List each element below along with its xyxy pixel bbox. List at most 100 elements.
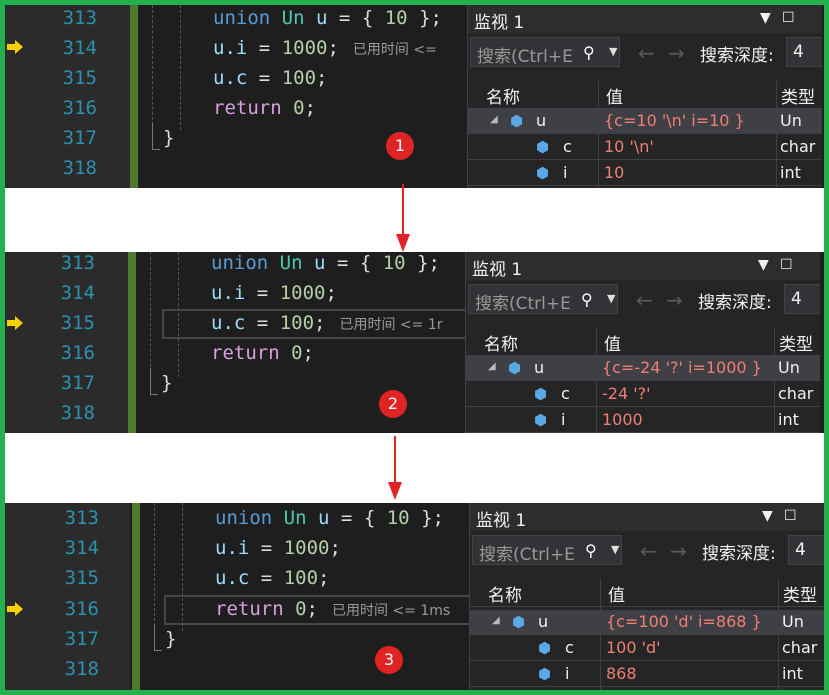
step-badge-3: 3	[375, 646, 403, 674]
watch-row[interactable]: ⬢ i 868 int	[470, 662, 824, 687]
line-number: 317	[60, 372, 95, 394]
watch-title-bar: 监视 1 ▼ ☐	[466, 252, 820, 280]
collapse-icon[interactable]: ◢	[492, 615, 500, 626]
watch-row[interactable]: ⬢ c -24 '?' char	[466, 382, 820, 407]
search-depth-input[interactable]: 4	[784, 284, 820, 314]
column-divider[interactable]	[600, 579, 601, 690]
line-number: 315	[60, 312, 95, 334]
code-line-316: return 0;	[211, 342, 314, 364]
watch-row[interactable]: ⬢ c 10 '\n' char	[468, 135, 822, 160]
debug-panel-1: 313 314 315 316 317 318 union Un u = { 1…	[5, 5, 824, 188]
code-line-313: union Un u = { 10 };	[211, 252, 440, 274]
maximize-icon[interactable]: ☐	[784, 508, 797, 524]
code-line-313: union Un u = { 10 };	[213, 7, 442, 29]
current-statement-arrow-icon	[7, 316, 23, 330]
column-header-name[interactable]: 名称	[486, 83, 520, 108]
column-header-name[interactable]: 名称	[488, 581, 522, 606]
watch-row[interactable]: ◢ ⬢ u {c=10 '\n' i=10 } Un	[468, 109, 822, 134]
column-divider[interactable]	[598, 81, 599, 188]
indent-guide	[150, 252, 151, 377]
cube-icon: ⬢	[536, 164, 550, 182]
column-divider[interactable]	[774, 328, 775, 433]
watch-search-input[interactable]: 搜索(Ctrl+E ⚲ ▼	[470, 37, 620, 67]
indent-guide	[180, 5, 181, 130]
line-number: 318	[60, 402, 95, 424]
collapse-icon[interactable]: ◢	[490, 114, 498, 125]
indent-guide	[182, 503, 183, 631]
cube-icon: ⬢	[510, 112, 524, 130]
maximize-icon[interactable]: ☐	[782, 10, 795, 26]
search-depth-label: 搜索深度:	[700, 46, 774, 66]
column-header-type[interactable]: 类型	[783, 581, 817, 606]
back-arrow-icon[interactable]: ←	[636, 288, 653, 312]
column-header-name[interactable]: 名称	[484, 330, 518, 355]
search-dropdown-icon[interactable]: ▼	[607, 292, 615, 305]
line-number: 313	[62, 7, 97, 29]
search-icon[interactable]: ⚲	[581, 290, 593, 309]
column-header-value[interactable]: 值	[606, 83, 623, 108]
search-dropdown-icon[interactable]: ▼	[609, 45, 617, 58]
watch-toolbar: 搜索(Ctrl+E ⚲ ▼ ← → 搜索深度: 4	[466, 282, 820, 318]
change-indicator-bar	[128, 252, 136, 433]
watch-search-input[interactable]: 搜索(Ctrl+E ⚲ ▼	[468, 284, 618, 314]
cube-icon: ⬢	[538, 639, 552, 657]
code-line-317: }	[163, 127, 175, 149]
search-depth-label: 搜索深度:	[698, 293, 772, 313]
line-number: 316	[62, 97, 97, 119]
elapsed-time-hint: 已用时间 <=	[352, 42, 442, 58]
back-arrow-icon[interactable]: ←	[638, 41, 655, 65]
line-number: 314	[62, 37, 97, 59]
collapse-icon[interactable]: ◢	[488, 361, 496, 372]
search-depth-input[interactable]: 4	[786, 37, 822, 67]
column-header-type[interactable]: 类型	[781, 83, 815, 108]
column-divider[interactable]	[596, 328, 597, 433]
dropdown-icon[interactable]: ▼	[762, 508, 773, 524]
forward-arrow-icon[interactable]: →	[666, 288, 683, 312]
watch-window: 监视 1 ▼ ☐ 搜索(Ctrl+E ⚲ ▼ ← → 搜索深度: 4 名称 值 …	[465, 252, 820, 433]
current-statement-arrow-icon	[7, 602, 23, 616]
back-arrow-icon[interactable]: ←	[640, 539, 657, 563]
line-number: 315	[62, 67, 97, 89]
watch-row[interactable]: ⬢ i 1000 int	[466, 408, 820, 433]
debug-panel-2: 313 314 315 316 317 318 union Un u = { 1…	[5, 252, 824, 433]
code-line-313: union Un u = { 10 };	[215, 507, 444, 529]
watch-title: 监视 1	[474, 13, 525, 33]
watch-title: 监视 1	[472, 260, 523, 280]
dropdown-icon[interactable]: ▼	[760, 10, 771, 26]
step-badge-1: 1	[386, 132, 414, 160]
brace-guide	[152, 123, 160, 150]
watch-row[interactable]: ◢ ⬢ u {c=100 'd' i=868 } Un	[470, 610, 824, 635]
watch-header: 名称 值 类型	[466, 328, 820, 356]
column-header-value[interactable]: 值	[608, 581, 625, 606]
code-line-314: u.i = 1000; 已用时间 <=	[213, 37, 442, 59]
search-depth-label: 搜索深度:	[702, 544, 776, 564]
watch-title: 监视 1	[476, 511, 527, 531]
indent-guide	[178, 252, 179, 377]
watch-search-input[interactable]: 搜索(Ctrl+E ⚲ ▼	[472, 535, 622, 565]
code-line-316: return 0; 已用时间 <= 1ms	[215, 598, 451, 620]
forward-arrow-icon[interactable]: →	[670, 539, 687, 563]
cube-icon: ⬢	[508, 359, 522, 377]
search-dropdown-icon[interactable]: ▼	[611, 543, 619, 556]
line-number: 314	[60, 282, 95, 304]
search-icon[interactable]: ⚲	[583, 43, 595, 62]
watch-window: 监视 1 ▼ ☐ 搜索(Ctrl+E ⚲ ▼ ← → 搜索深度: 4 名称 值 …	[469, 503, 824, 690]
column-header-type[interactable]: 类型	[779, 330, 813, 355]
step-arrow-icon	[396, 184, 410, 252]
watch-row[interactable]: ⬢ i 10 int	[468, 161, 822, 186]
search-icon[interactable]: ⚲	[585, 541, 597, 560]
maximize-icon[interactable]: ☐	[780, 257, 793, 273]
code-line-315: u.c = 100;	[213, 67, 328, 89]
watch-row[interactable]: ⬢ c 100 'd' char	[470, 636, 824, 661]
dropdown-icon[interactable]: ▼	[758, 257, 769, 273]
forward-arrow-icon[interactable]: →	[668, 41, 685, 65]
line-number: 315	[64, 567, 99, 589]
line-number: 317	[62, 127, 97, 149]
line-number: 314	[64, 537, 99, 559]
column-header-value[interactable]: 值	[604, 330, 621, 355]
watch-window: 监视 1 ▼ ☐ 搜索(Ctrl+E ⚲ ▼ ← → 搜索深度: 4 名称 值 …	[467, 5, 822, 188]
watch-row[interactable]: ◢ ⬢ u {c=-24 '?' i=1000 } Un	[466, 356, 820, 381]
search-depth-input[interactable]: 4	[788, 535, 824, 565]
column-divider[interactable]	[776, 81, 777, 188]
column-divider[interactable]	[778, 579, 779, 690]
